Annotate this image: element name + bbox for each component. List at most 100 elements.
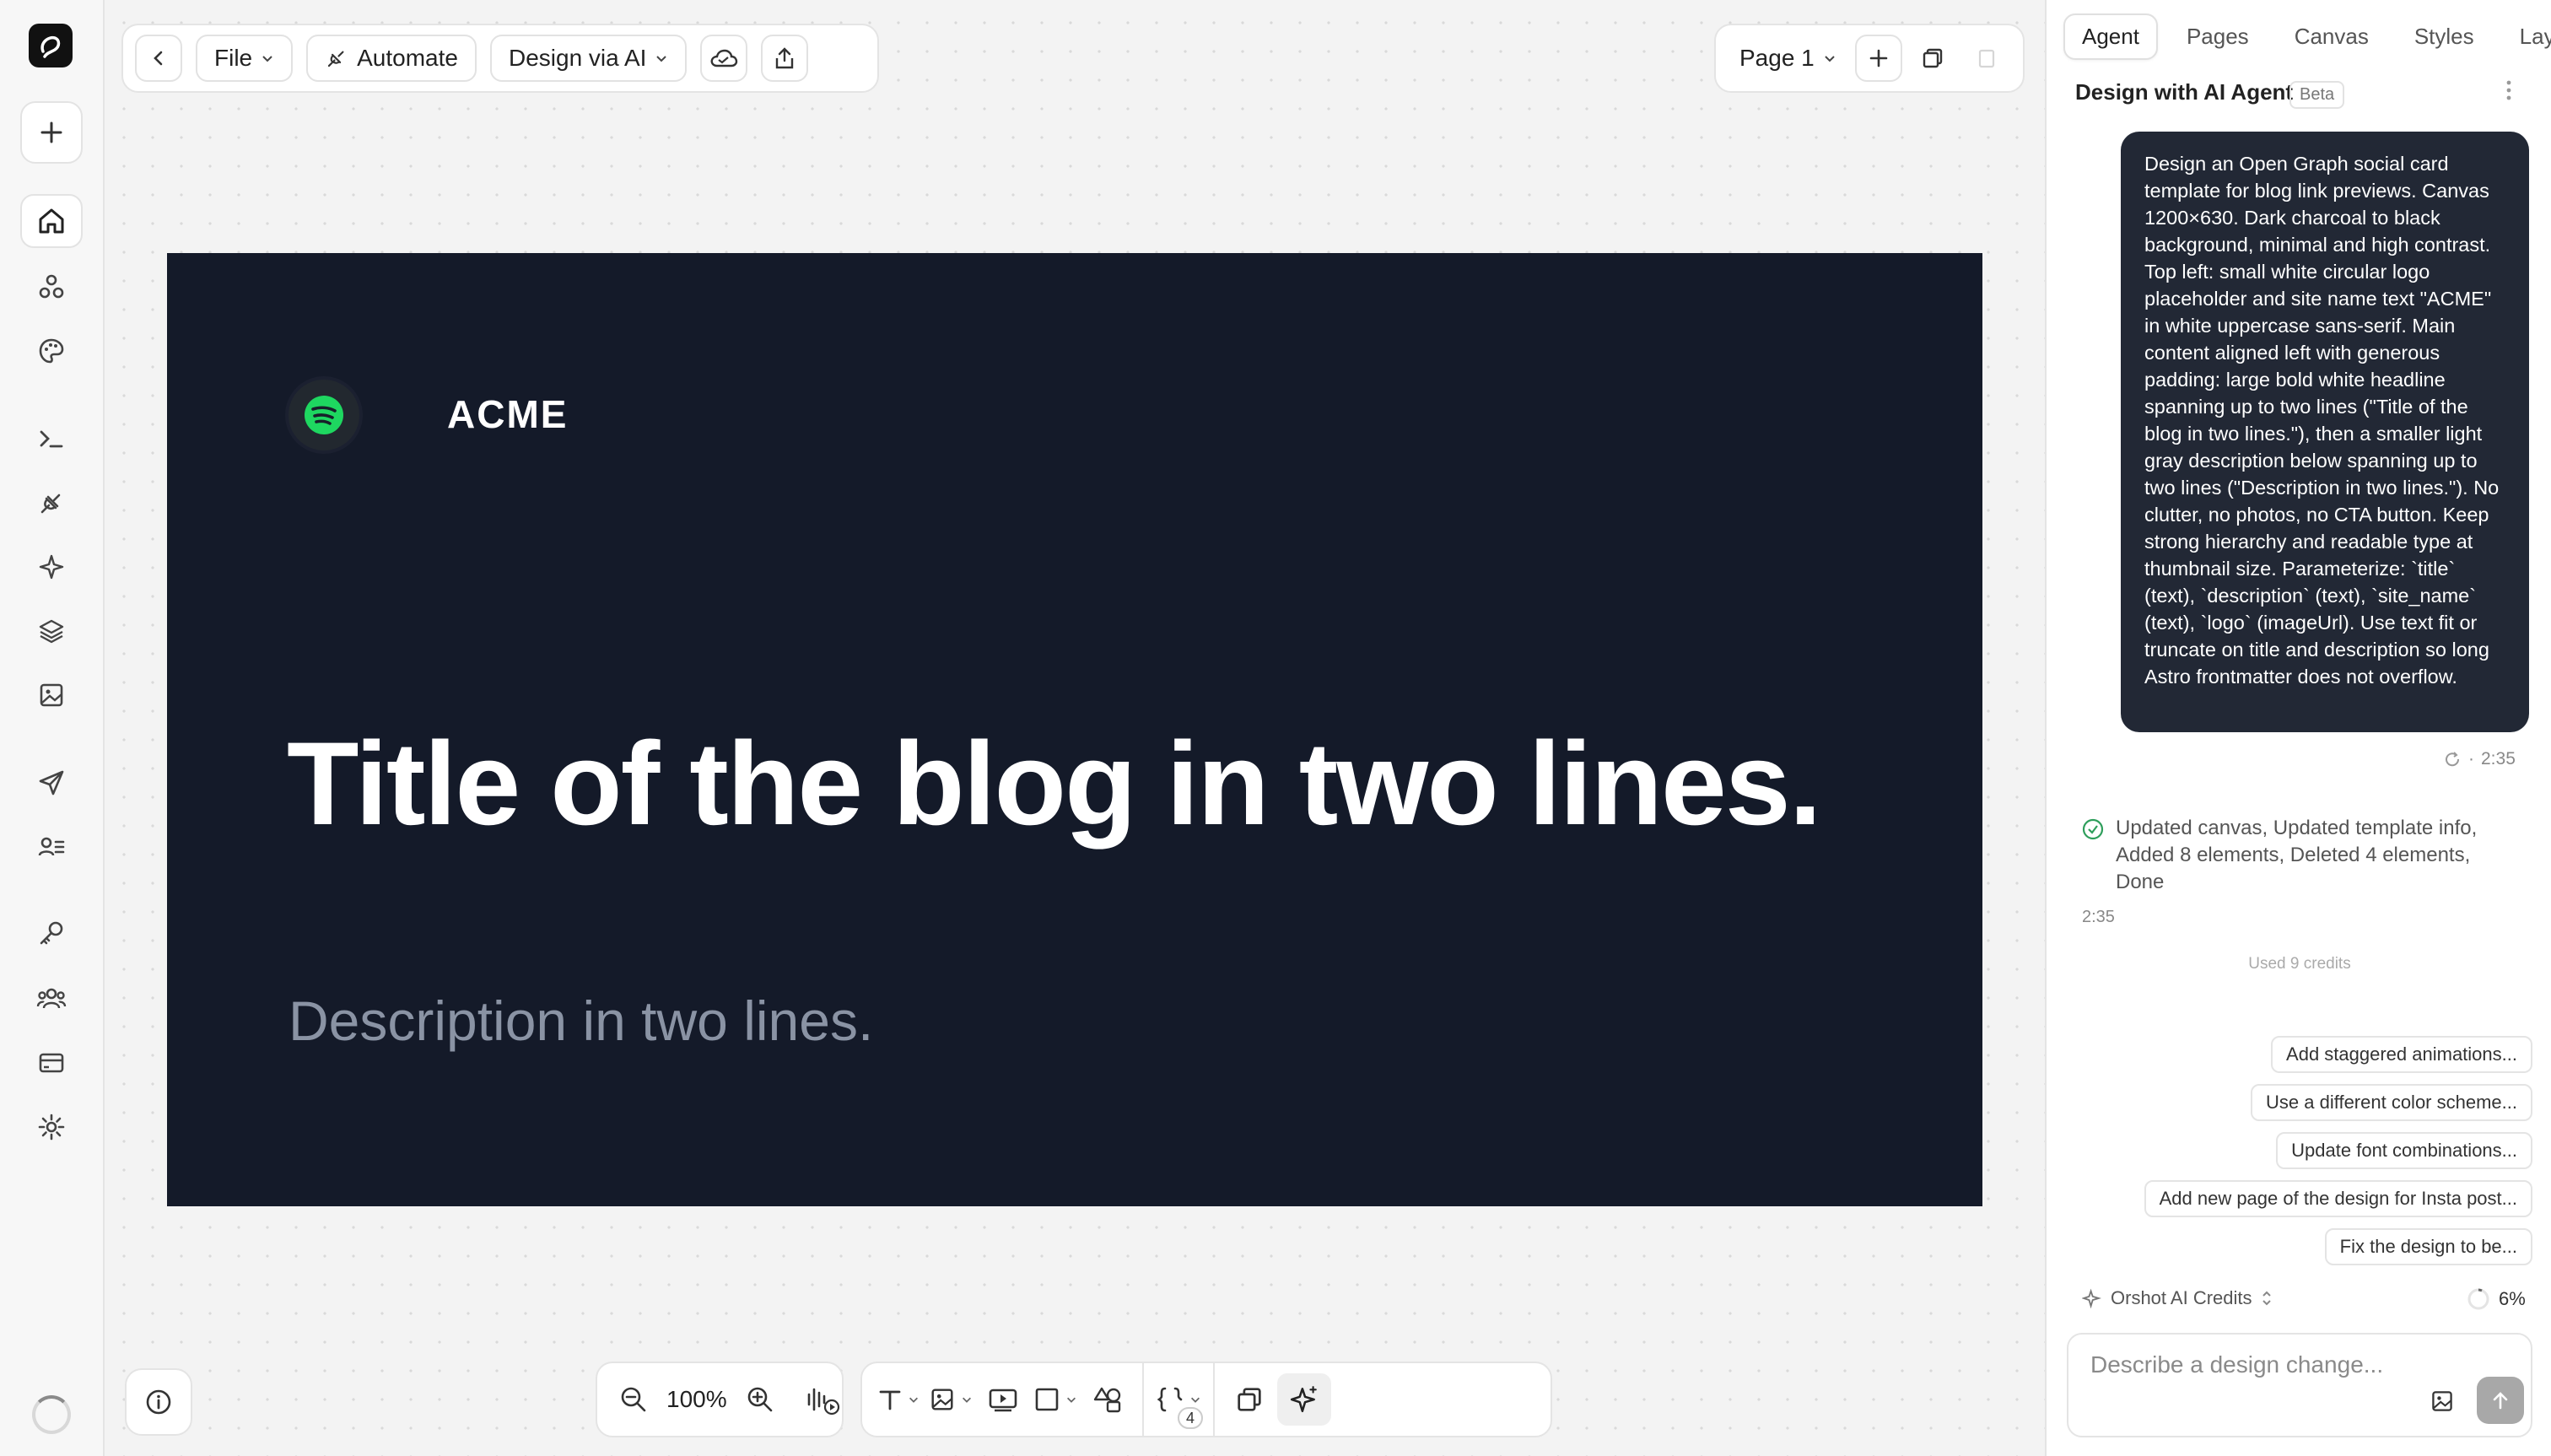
variables-count-badge: 4 [1178,1407,1203,1429]
zoom-in-icon [747,1387,772,1412]
right-panel: Agent Pages Canvas Styles Layers Design … [2045,0,2551,1456]
image-icon [40,683,63,707]
status-time: 2:35 [2082,908,2115,926]
rail-publish[interactable] [20,756,83,810]
palette-icon [39,338,64,364]
rail-team[interactable] [20,972,83,1026]
rail-themes[interactable] [20,324,83,378]
rail-api-keys[interactable] [20,906,83,960]
audio-wave-play-icon [807,1388,839,1416]
rail-images[interactable] [20,668,83,722]
tab-agent[interactable]: Agent [2063,13,2158,60]
add-page-button[interactable] [1854,35,1902,82]
plug-icon [40,493,61,514]
back-button[interactable] [135,35,182,82]
file-menu-label: File [214,45,253,71]
page-toolbar: Page 1 [1714,24,2025,93]
input-placeholder: Describe a design change... [2090,1351,2384,1378]
suggestion-chip[interactable]: Fix the design to be... [2324,1228,2532,1265]
ai-credits-selector[interactable]: Orshot AI Credits [2082,1287,2273,1309]
chevron-down-icon [1067,1397,1076,1403]
zoom-level[interactable]: 100% [658,1386,736,1413]
page-select-label: Page 1 [1739,45,1815,71]
beta-badge: Beta [2289,81,2345,109]
export-button[interactable] [761,35,809,82]
rail-billing[interactable] [20,1036,83,1090]
send-button[interactable] [2477,1377,2524,1424]
tab-styles[interactable]: Styles [2397,15,2491,58]
design-via-ai-button[interactable]: Design via AI [489,35,688,82]
components-icon [39,274,64,299]
image-tool-button[interactable] [926,1373,975,1426]
copy-icon [1923,48,1942,68]
app-logo-icon[interactable] [29,24,73,67]
animation-button[interactable] [798,1373,847,1426]
rail-contacts[interactable] [20,820,83,874]
blog-title-text[interactable]: Title of the blog in two lines. [287,715,1822,852]
trash-icon [1978,49,1994,68]
toolbar-divider [1142,1362,1144,1437]
copy-icon [1238,1388,1261,1411]
file-menu-button[interactable]: File [196,35,294,82]
suggestion-chip[interactable]: Add new page of the design for Insta pos… [2144,1180,2532,1217]
text-tool-button[interactable] [874,1373,923,1426]
tab-canvas[interactable]: Canvas [2278,15,2386,58]
shape-tool-button[interactable] [1031,1373,1080,1426]
design-change-input[interactable]: Describe a design change... [2067,1333,2532,1437]
zoom-out-button[interactable] [609,1373,658,1426]
credits-used: Used 9 credits [2248,955,2351,973]
square-icon [1035,1388,1059,1411]
suggestion-chip[interactable]: Add staggered animations... [2271,1036,2532,1073]
ai-assist-button[interactable] [1277,1373,1331,1426]
zoom-toolbar: 100% [596,1362,844,1437]
page-select[interactable]: Page 1 [1728,35,1848,82]
panel-tabs: Agent Pages Canvas Styles Layers [2063,13,2551,60]
plus-icon [1869,49,1888,67]
info-button[interactable] [125,1368,192,1436]
arrow-up-icon [2493,1392,2508,1410]
suggestion-chip[interactable]: Use a different color scheme... [2251,1084,2532,1121]
video-icon [989,1389,1017,1412]
zoom-in-button[interactable] [736,1373,785,1426]
cloud-save-button[interactable] [700,35,748,82]
tab-layers[interactable]: Layers [2503,15,2551,58]
design-canvas[interactable]: File Automate Design via AI Page 1 ACME … [105,0,2045,1456]
message-time: 2:35 [2481,749,2516,768]
delete-page-button[interactable] [1962,35,2010,82]
arrange-button[interactable] [1225,1373,1274,1426]
chevron-down-icon [1825,56,1835,62]
elements-tool-button[interactable] [1083,1373,1132,1426]
artboard[interactable]: ACME Title of the blog in two lines. Des… [167,253,1982,1206]
tab-pages[interactable]: Pages [2170,15,2266,58]
site-name-text[interactable]: ACME [447,391,568,437]
video-tool-button[interactable] [979,1373,1027,1426]
logo-placeholder[interactable] [289,380,359,450]
rail-layers[interactable] [20,604,83,658]
duplicate-page-button[interactable] [1908,35,1956,82]
chevron-down-icon [1191,1397,1200,1403]
shapes-icon [1093,1387,1121,1413]
tools-toolbar: 4 [860,1362,1552,1437]
rail-home[interactable] [20,194,83,248]
rail-ai[interactable] [20,540,83,594]
rail-components[interactable] [20,260,83,314]
attach-image-button[interactable] [2430,1389,2455,1414]
ai-credits-usage: 6% [2467,1287,2526,1311]
blog-description-text[interactable]: Description in two lines. [289,989,873,1053]
suggestion-chip[interactable]: Update font combinations... [2276,1132,2532,1169]
rail-settings[interactable] [20,1100,83,1154]
automate-button[interactable]: Automate [306,35,477,82]
new-item-button[interactable] [20,101,83,164]
check-circle-icon [2082,818,2104,840]
rail-terminal[interactable] [20,412,83,466]
sparkle-icon [39,554,64,580]
message-meta: · 2:35 [2443,749,2516,769]
design-via-ai-label: Design via AI [508,45,647,71]
rail-integrations[interactable] [20,476,83,530]
layers-icon [39,619,64,644]
more-options-icon[interactable] [2504,78,2514,103]
braces-icon [1157,1387,1183,1412]
variables-button[interactable]: 4 [1154,1373,1203,1429]
send-icon [39,770,64,795]
plus-icon [40,121,62,143]
